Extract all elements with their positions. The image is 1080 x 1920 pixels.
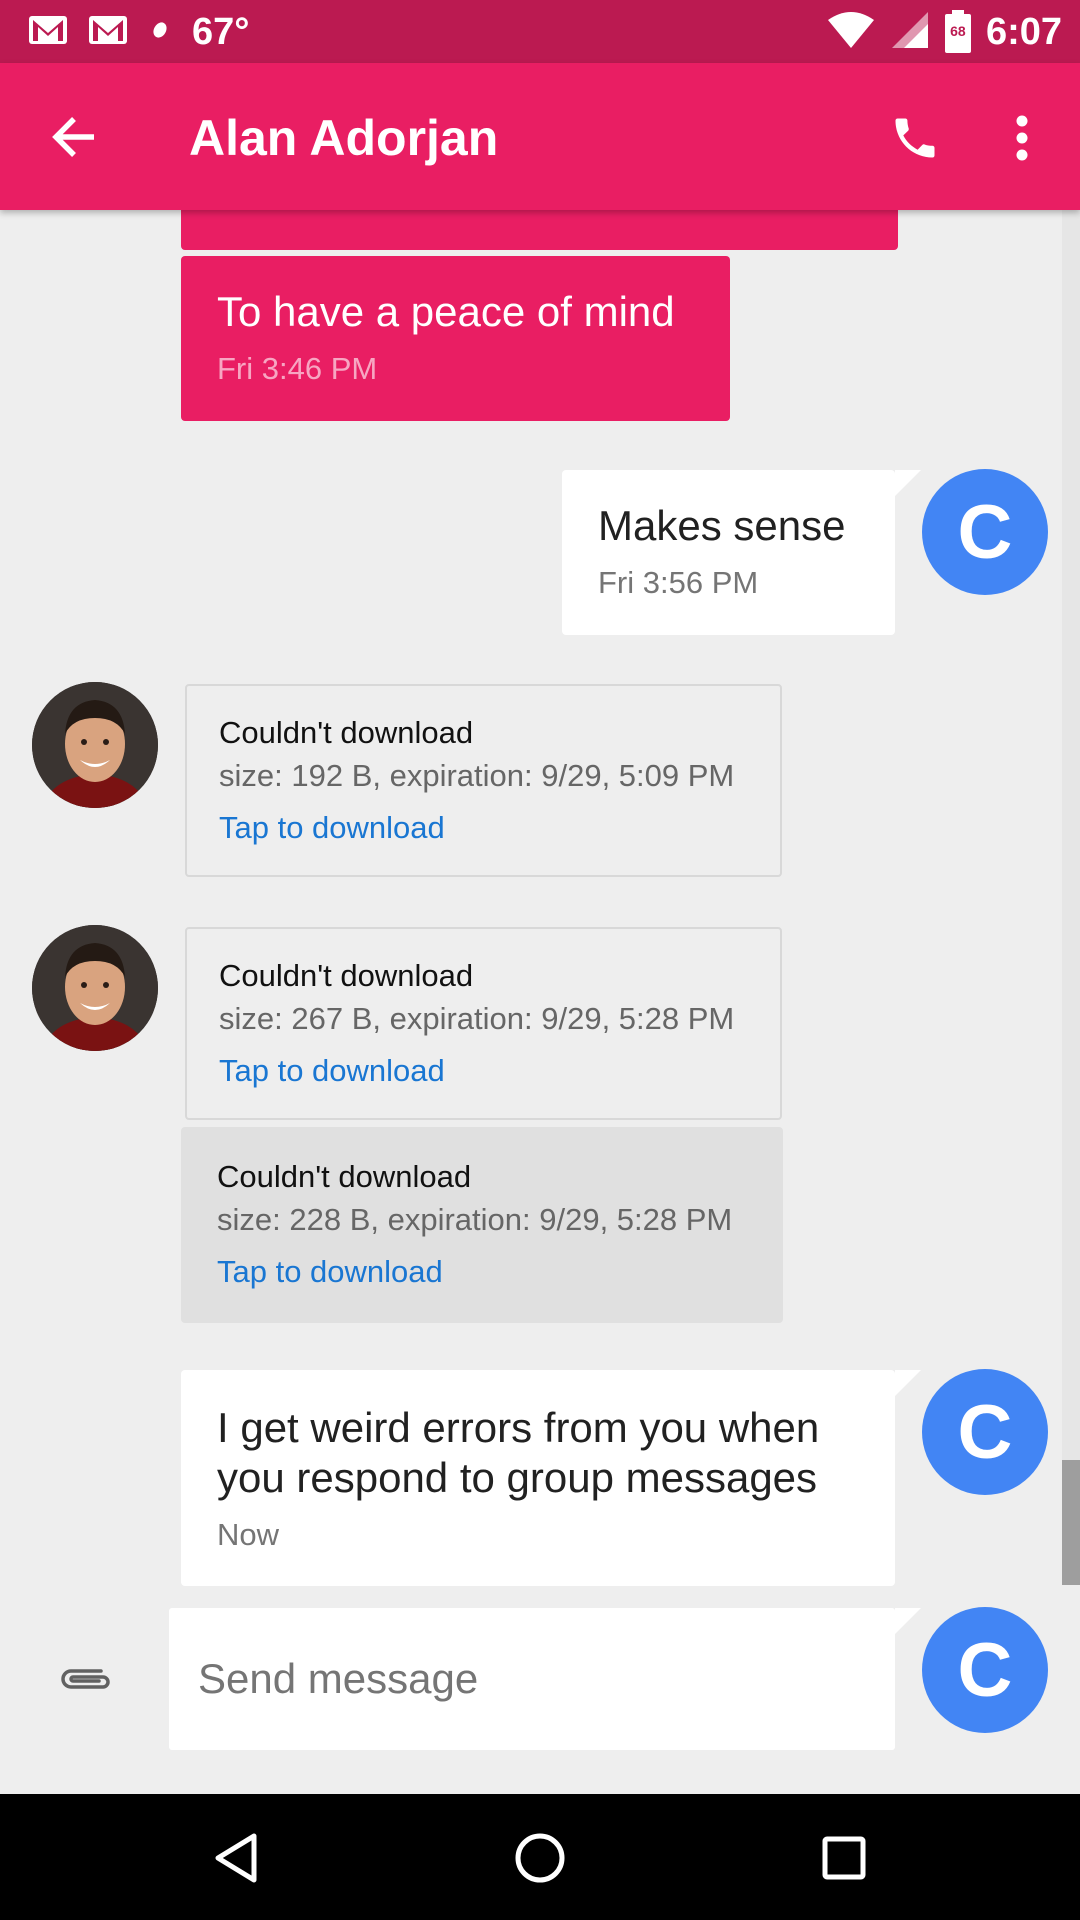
scrollbar-thumb[interactable] bbox=[1062, 1460, 1080, 1585]
back-arrow-icon bbox=[52, 117, 94, 157]
square-recents-icon bbox=[822, 1836, 866, 1880]
message-timestamp: Now bbox=[217, 1517, 280, 1552]
bubble-tail bbox=[895, 1370, 921, 1396]
bubble-tail bbox=[895, 470, 921, 496]
weather-icon bbox=[148, 18, 172, 47]
circle-home-icon bbox=[515, 1833, 565, 1883]
battery-level-text: 68 bbox=[950, 23, 966, 39]
temperature-text: 67° bbox=[192, 10, 250, 53]
paperclip-icon bbox=[61, 1669, 110, 1689]
battery-icon: 68 bbox=[944, 10, 972, 54]
self-avatar[interactable]: C bbox=[922, 469, 1048, 595]
message-timestamp: Fri 3:56 PM bbox=[598, 565, 759, 600]
system-navigation-bar bbox=[0, 1794, 1080, 1920]
mms-download-card[interactable]: Couldn't download size: 267 B, expiratio… bbox=[185, 927, 782, 1120]
message-bubble-outgoing[interactable]: Makes sense Fri 3:56 PM bbox=[562, 470, 895, 635]
nav-home-button[interactable] bbox=[500, 1818, 580, 1898]
attach-button[interactable] bbox=[50, 1648, 120, 1708]
download-meta: size: 267 B, expiration: 9/29, 5:28 PM bbox=[219, 1001, 735, 1036]
download-meta: size: 192 B, expiration: 9/29, 5:09 PM bbox=[219, 758, 735, 793]
message-bubble-outgoing[interactable]: I get weird errors from you when you res… bbox=[181, 1370, 895, 1586]
message-input[interactable]: Send message bbox=[169, 1608, 895, 1750]
mms-download-card[interactable]: Couldn't download size: 192 B, expiratio… bbox=[185, 684, 782, 877]
send-avatar-button[interactable]: C bbox=[922, 1607, 1048, 1733]
phone-icon bbox=[895, 118, 935, 158]
nav-recents-button[interactable] bbox=[804, 1818, 884, 1898]
cell-signal-icon bbox=[890, 10, 930, 55]
message-text: To have a peace of mind bbox=[217, 288, 675, 335]
message-bubble-incoming[interactable]: To have a peace of mind Fri 3:46 PM bbox=[181, 256, 730, 421]
tap-to-download-link[interactable]: Tap to download bbox=[219, 1051, 748, 1091]
triangle-back-icon bbox=[215, 1833, 257, 1883]
self-avatar[interactable]: C bbox=[922, 1369, 1048, 1495]
overflow-menu-button[interactable] bbox=[1000, 103, 1044, 173]
contact-name-title: Alan Adorjan bbox=[189, 110, 499, 166]
tap-to-download-link[interactable]: Tap to download bbox=[217, 1252, 747, 1292]
mms-download-card[interactable]: Couldn't download size: 228 B, expiratio… bbox=[181, 1127, 783, 1323]
message-text: I get weird errors from you when you res… bbox=[217, 1404, 820, 1501]
message-timestamp: Fri 3:46 PM bbox=[217, 351, 378, 386]
wifi-icon bbox=[826, 10, 876, 55]
scrollbar-track[interactable] bbox=[1062, 210, 1080, 1585]
status-bar: 67° 68 6:07 bbox=[0, 0, 1080, 63]
download-status: Couldn't download bbox=[217, 1159, 472, 1194]
contact-avatar[interactable] bbox=[32, 682, 158, 808]
download-meta: size: 228 B, expiration: 9/29, 5:28 PM bbox=[217, 1202, 733, 1237]
tap-to-download-link[interactable]: Tap to download bbox=[219, 808, 748, 848]
bubble-tail bbox=[895, 1608, 921, 1634]
nav-back-button[interactable] bbox=[196, 1818, 276, 1898]
download-status: Couldn't download bbox=[219, 958, 474, 993]
gmail-icon bbox=[88, 15, 128, 50]
call-button[interactable] bbox=[880, 103, 950, 173]
contact-avatar[interactable] bbox=[32, 925, 158, 1051]
back-button[interactable] bbox=[44, 107, 104, 167]
gmail-icon bbox=[28, 15, 68, 50]
download-status: Couldn't download bbox=[219, 715, 474, 750]
more-vert-icon bbox=[1016, 115, 1028, 161]
clock-text: 6:07 bbox=[985, 10, 1062, 53]
message-text: Makes sense bbox=[598, 502, 846, 549]
app-toolbar: Alan Adorjan bbox=[0, 63, 1080, 210]
